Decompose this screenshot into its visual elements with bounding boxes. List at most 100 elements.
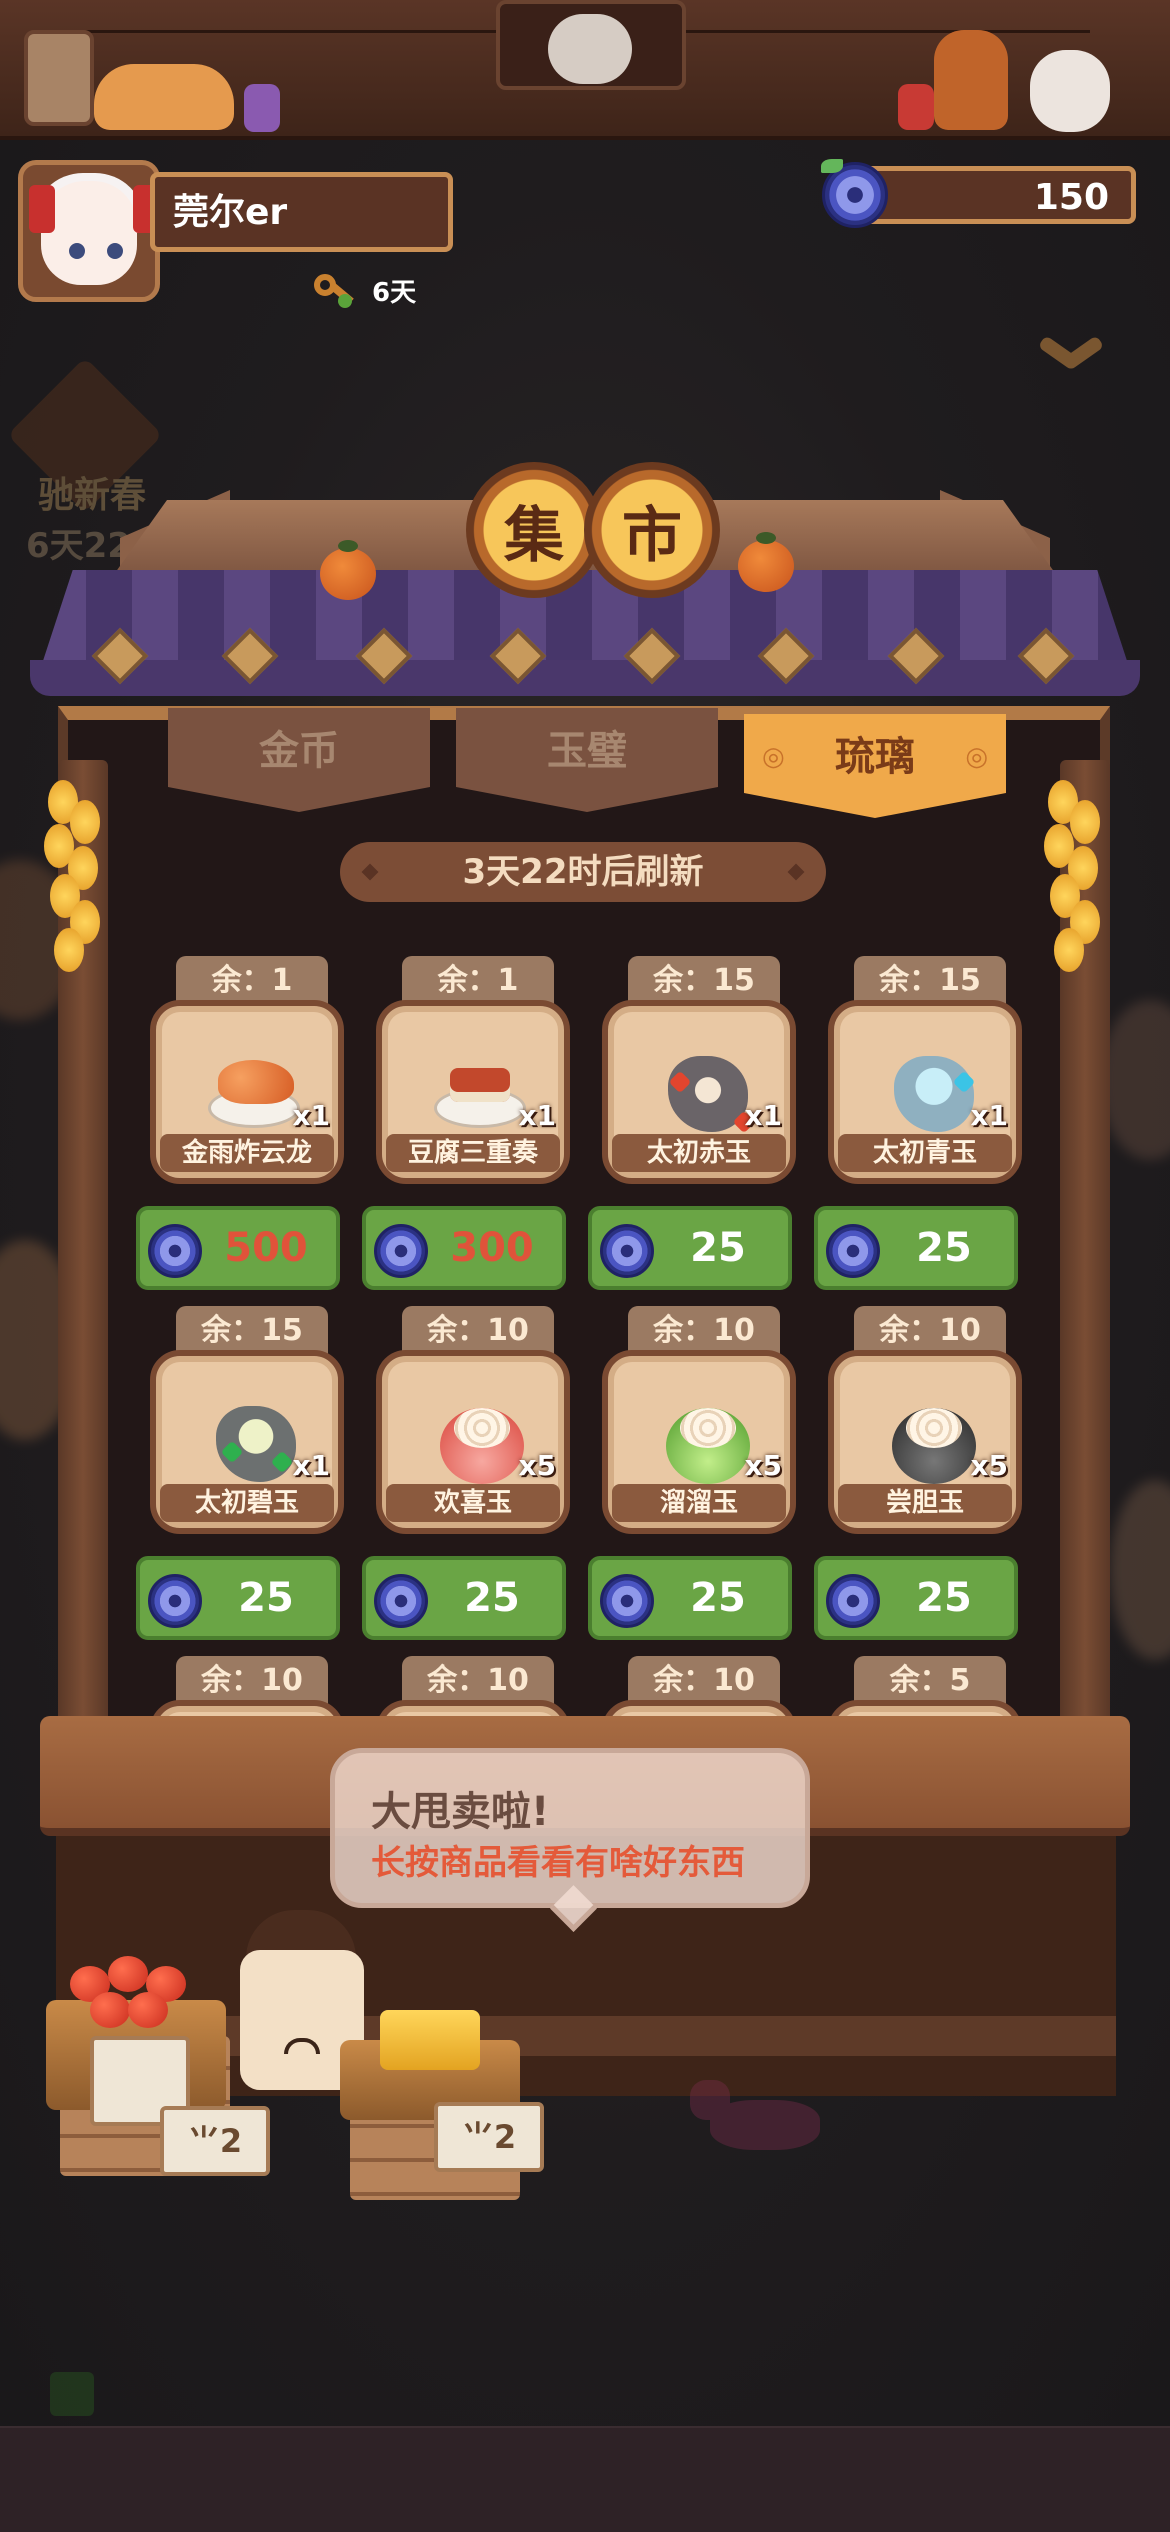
stock-badge: 余：10: [628, 1306, 780, 1356]
player-avatar[interactable]: [18, 160, 160, 302]
glass-coin-icon: [374, 1224, 428, 1278]
roof-eave: [30, 660, 1140, 696]
avatar-eye-left: [69, 243, 85, 259]
item-card[interactable]: x5 尝胆玉: [828, 1350, 1022, 1534]
blue-jade-ore-icon: [882, 1054, 982, 1134]
fried-shrimp-dish-icon: [204, 1054, 304, 1134]
tab-gold-coin[interactable]: 金币: [168, 708, 430, 812]
persimmon-decor: [738, 532, 794, 592]
days-count: 6天: [372, 277, 417, 308]
bottom-bar: [0, 2426, 1170, 2532]
glass-coin-icon: [374, 1574, 428, 1628]
avatar-face: [41, 181, 137, 285]
shop-item[interactable]: 余：15 x1 太初青玉 25: [814, 956, 1036, 1306]
item-quantity: x5: [970, 1449, 1008, 1482]
item-card[interactable]: x1 太初青玉: [828, 1000, 1022, 1184]
green-jade-ore-icon: [204, 1404, 304, 1484]
buy-button[interactable]: 25: [814, 1206, 1018, 1290]
glass-coin-icon: [600, 1574, 654, 1628]
item-price: 500: [224, 1225, 308, 1271]
buy-button[interactable]: 25: [588, 1206, 792, 1290]
character-decor: [548, 14, 632, 84]
item-card[interactable]: x1 金雨炸云龙: [150, 1000, 344, 1184]
item-quantity: x1: [970, 1099, 1008, 1132]
price-sign-1: ⺌2: [160, 2106, 270, 2176]
shop-item[interactable]: 余：15 x1 太初赤玉 25: [588, 956, 810, 1306]
item-card[interactable]: x5 欢喜玉: [376, 1350, 570, 1534]
bubble-title: 大甩卖啦!: [371, 1789, 550, 1835]
item-price: 25: [690, 1225, 746, 1271]
buy-button[interactable]: 25: [362, 1556, 566, 1640]
top-decor-bar: [0, 0, 1170, 140]
refresh-timer: 3天22时后刷新: [340, 842, 826, 902]
stock-badge: 余：15: [176, 1306, 328, 1356]
shop-item[interactable]: 余：15 x1 太初碧玉 25: [136, 1306, 358, 1656]
tab-glaze[interactable]: 琉璃: [744, 714, 1006, 818]
item-card[interactable]: x5 溜溜玉: [602, 1350, 796, 1534]
glass-coin-icon: [821, 159, 888, 228]
shop-item[interactable]: 余：1 x1 豆腐三重奏 300: [362, 956, 584, 1306]
stock-badge: 余：5: [854, 1656, 1006, 1706]
item-price: 25: [464, 1575, 520, 1621]
item-price: 25: [916, 1575, 972, 1621]
item-name: 欢喜玉: [386, 1484, 560, 1522]
stock-badge: 余：10: [176, 1656, 328, 1706]
gold-bun-decor: [380, 2010, 480, 2070]
stock-badge: 余：1: [402, 956, 554, 1006]
bubble-hint: 长按商品看看有啥好东西: [371, 1843, 745, 1883]
key-icon: [310, 270, 358, 310]
item-price: 25: [916, 1225, 972, 1271]
item-name: 豆腐三重奏: [386, 1134, 560, 1172]
currency-amount: 150: [1033, 177, 1109, 218]
stock-badge: 余：10: [402, 1656, 554, 1706]
shopkeeper-speech-bubble: 大甩卖啦! 长按商品看看有啥好东西: [330, 1748, 810, 1908]
currency-counter: 150: [856, 166, 1136, 224]
glass-coin-icon: [826, 1224, 880, 1278]
currency-tabs: 金币 玉璧 琉璃: [160, 708, 1020, 818]
player-name: 莞尔er: [150, 172, 453, 252]
buy-button[interactable]: 25: [588, 1556, 792, 1640]
item-card[interactable]: x1 太初赤玉: [602, 1000, 796, 1184]
corn-decor-right: [1040, 780, 1110, 980]
pink-swirl-jade-icon: [430, 1404, 530, 1484]
buy-button[interactable]: 500: [136, 1206, 340, 1290]
villager-decor: [934, 30, 1008, 130]
red-jar-decor: [898, 84, 934, 130]
item-price: 25: [238, 1575, 294, 1621]
red-jade-ore-icon: [656, 1054, 756, 1134]
corn-decor-left: [40, 780, 110, 980]
item-card[interactable]: x1 豆腐三重奏: [376, 1000, 570, 1184]
item-name: 太初碧玉: [160, 1484, 334, 1522]
persimmon-decor: [320, 540, 376, 600]
stock-badge: 余：15: [854, 956, 1006, 1006]
tab-jade-disc[interactable]: 玉璧: [456, 708, 718, 812]
item-quantity: x5: [744, 1449, 782, 1482]
shop-item[interactable]: 余：10 x5 尝胆玉 25: [814, 1306, 1036, 1656]
item-name: 太初赤玉: [612, 1134, 786, 1172]
item-price: 25: [690, 1575, 746, 1621]
item-quantity: x1: [292, 1449, 330, 1482]
roof-tiles: [40, 570, 1130, 670]
item-name: 溜溜玉: [612, 1484, 786, 1522]
shop-item[interactable]: 余：10 x5 欢喜玉 25: [362, 1306, 584, 1656]
avatar-eye-right: [107, 243, 123, 259]
chevron-down-icon[interactable]: [1037, 330, 1105, 390]
stock-badge: 余：10: [854, 1306, 1006, 1356]
item-name: 尝胆玉: [838, 1484, 1012, 1522]
stock-badge: 余：10: [402, 1306, 554, 1356]
buy-button[interactable]: 25: [814, 1556, 1018, 1640]
black-swirl-jade-icon: [882, 1404, 982, 1484]
item-quantity: x5: [518, 1449, 556, 1482]
cat-decor: [94, 64, 234, 130]
buy-button[interactable]: 300: [362, 1206, 566, 1290]
item-card[interactable]: x1 太初碧玉: [150, 1350, 344, 1534]
avatar-ribbon-left: [29, 185, 55, 233]
shop-item[interactable]: 余：1 x1 金雨炸云龙 500: [136, 956, 358, 1306]
background-horse: [690, 2080, 840, 2180]
item-quantity: x1: [518, 1099, 556, 1132]
market-title-char-1: 集: [466, 462, 602, 598]
shop-item[interactable]: 余：10 x5 溜溜玉 25: [588, 1306, 810, 1656]
item-name: 金雨炸云龙: [160, 1134, 334, 1172]
login-days: 6天: [310, 268, 416, 312]
buy-button[interactable]: 25: [136, 1556, 340, 1640]
